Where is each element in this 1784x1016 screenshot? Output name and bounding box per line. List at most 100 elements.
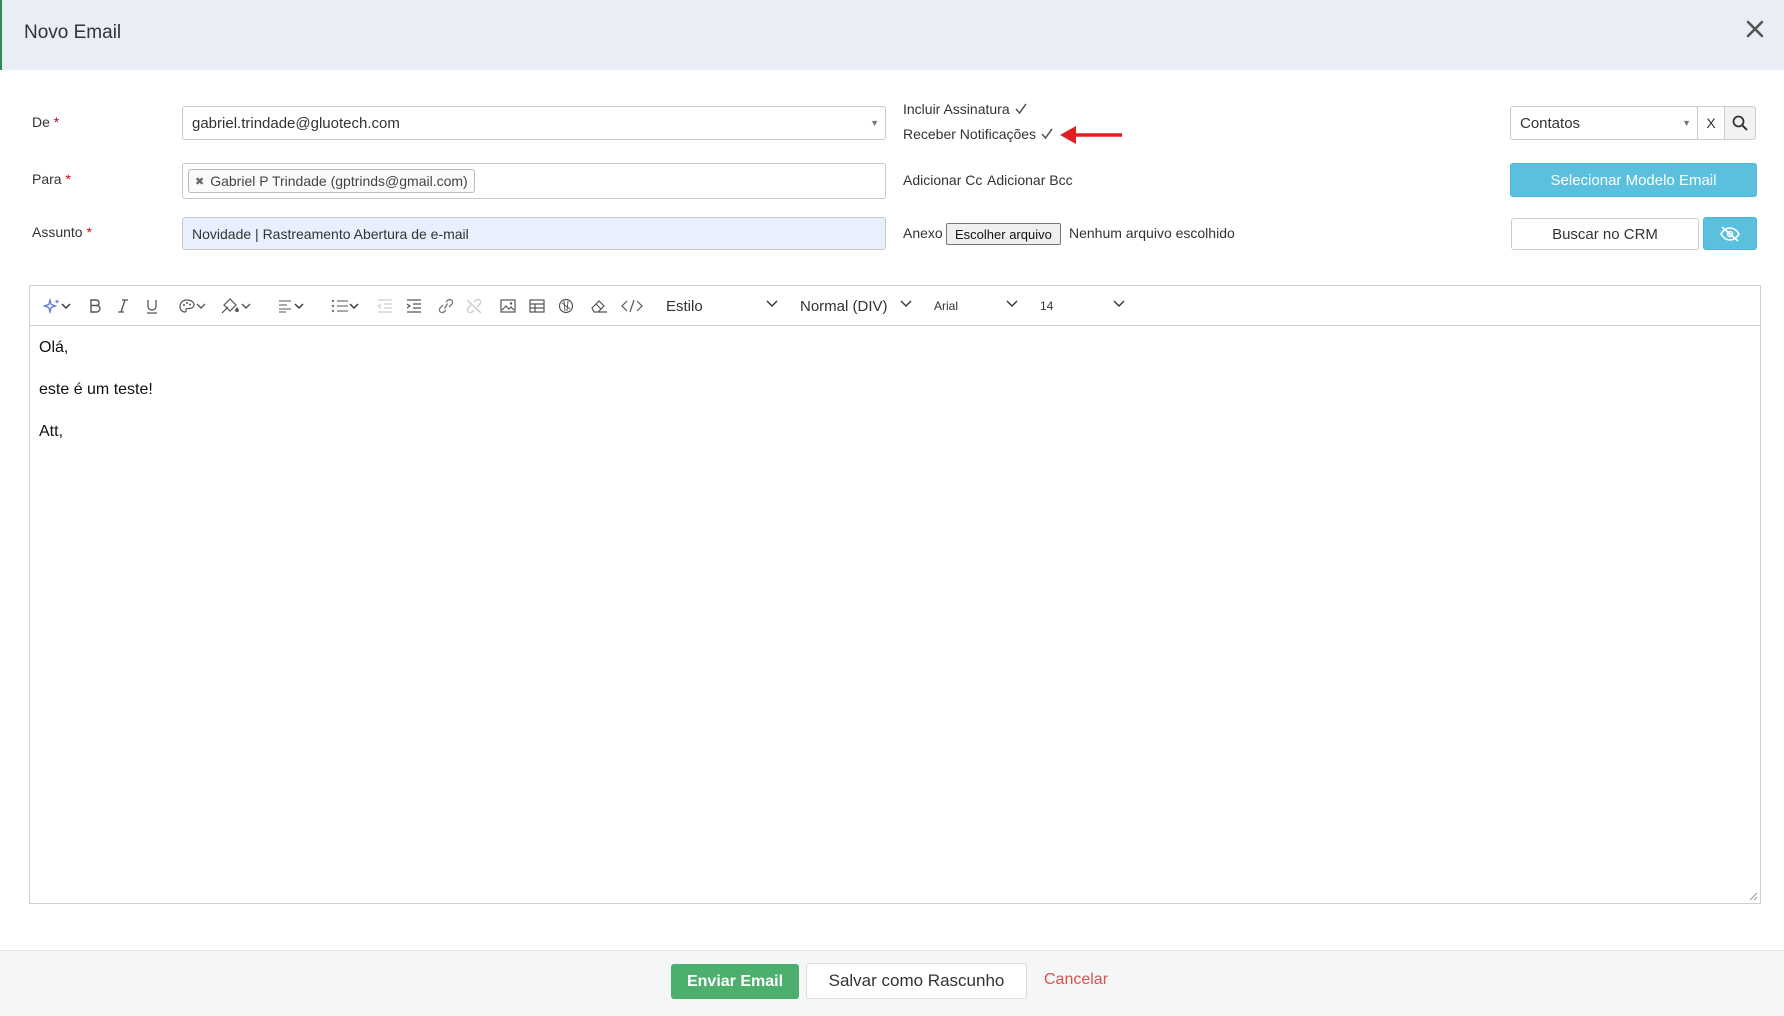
- format-select[interactable]: Normal (DIV): [800, 296, 888, 316]
- chevron-down-icon[interactable]: [900, 300, 912, 308]
- outdent-button[interactable]: [377, 296, 393, 316]
- search-crm-button[interactable]: Buscar no CRM: [1511, 218, 1699, 250]
- modal-title: Novo Email: [24, 22, 122, 43]
- subject-label-text: Assunto: [32, 224, 83, 240]
- toggle-visibility-button[interactable]: [1703, 217, 1757, 250]
- select-template-button[interactable]: Selecionar Modelo Email: [1510, 163, 1757, 197]
- bold-button[interactable]: [88, 296, 102, 316]
- send-email-button[interactable]: Enviar Email: [671, 964, 799, 999]
- include-signature-label: Incluir Assinatura: [903, 101, 1010, 117]
- outdent-icon: [377, 299, 392, 313]
- link-button[interactable]: [437, 296, 455, 316]
- chevron-down-icon[interactable]: [1006, 300, 1018, 308]
- receive-notifications-option[interactable]: Receber Notificações: [903, 126, 1054, 142]
- font-size-select-value: 14: [1040, 299, 1054, 313]
- remove-chip-icon[interactable]: ✖: [195, 175, 204, 188]
- subject-label: Assunto *: [32, 224, 92, 240]
- style-select-value: Estilo: [666, 297, 703, 315]
- unlink-icon: [466, 298, 482, 314]
- emoji-icon: [558, 298, 574, 314]
- editor-content[interactable]: Olá, este é um teste! Att,: [39, 338, 153, 464]
- clear-format-button[interactable]: [591, 296, 609, 316]
- font-select[interactable]: Arial: [934, 296, 958, 316]
- source-code-button[interactable]: [621, 296, 643, 316]
- indent-button[interactable]: [406, 296, 422, 316]
- image-icon: [500, 299, 516, 313]
- search-icon: [1732, 115, 1748, 131]
- check-icon[interactable]: [1040, 127, 1054, 141]
- insert-table-button[interactable]: [529, 296, 545, 316]
- choose-file-button[interactable]: Escolher arquivo: [946, 223, 1061, 245]
- include-signature-option[interactable]: Incluir Assinatura: [903, 101, 1028, 117]
- required-mark: *: [53, 114, 60, 130]
- underline-icon: [147, 300, 157, 314]
- italic-button[interactable]: [116, 296, 130, 316]
- text-color-button[interactable]: [178, 296, 206, 316]
- align-left-icon: [279, 300, 291, 313]
- recipient-chip[interactable]: ✖ Gabriel P Trindade (gptrinds@gmail.com…: [188, 169, 475, 193]
- background-color-button[interactable]: [221, 296, 251, 316]
- subject-input[interactable]: Novidade | Rastreamento Abertura de e-ma…: [182, 217, 886, 250]
- to-field[interactable]: ✖ Gabriel P Trindade (gptrinds@gmail.com…: [182, 163, 886, 199]
- add-bcc-link[interactable]: Adicionar Bcc: [987, 172, 1073, 188]
- format-select-value: Normal (DIV): [800, 297, 888, 315]
- font-select-value: Arial: [934, 299, 959, 313]
- check-icon[interactable]: [1014, 102, 1028, 116]
- close-icon[interactable]: [1742, 16, 1768, 42]
- chevron-down-icon: [241, 303, 251, 309]
- palette-icon: [179, 299, 195, 313]
- resize-handle-icon[interactable]: [1748, 891, 1758, 901]
- modal-header: Novo Email: [0, 0, 1784, 70]
- list-button[interactable]: [331, 296, 359, 316]
- sparkles-icon: [43, 298, 60, 314]
- clear-contacts-button[interactable]: X: [1697, 106, 1725, 140]
- from-select[interactable]: gabriel.trindade@gluotech.com ▼: [182, 106, 886, 140]
- paint-bucket-icon: [221, 298, 239, 314]
- body-line: Olá,: [39, 339, 69, 356]
- recipient-chip-text: Gabriel P Trindade (gptrinds@gmail.com): [210, 173, 468, 189]
- insert-image-button[interactable]: [500, 296, 516, 316]
- style-select[interactable]: Estilo: [666, 296, 703, 316]
- email-body-editor[interactable]: Estilo Normal (DIV) Arial 14 Olá, este é…: [29, 285, 1761, 904]
- eraser-icon: [591, 300, 607, 313]
- ai-tools-button[interactable]: [43, 296, 71, 316]
- to-label-text: Para: [32, 171, 62, 187]
- italic-icon: [118, 299, 128, 313]
- chevron-down-icon: [196, 303, 206, 309]
- cancel-link[interactable]: Cancelar: [1044, 971, 1108, 989]
- required-mark: *: [65, 171, 71, 187]
- emoji-button[interactable]: [558, 296, 574, 316]
- attachment-label: Anexo: [903, 225, 943, 241]
- underline-button[interactable]: [145, 296, 159, 316]
- table-icon: [529, 299, 545, 313]
- body-line: Att,: [39, 423, 64, 440]
- code-icon: [621, 299, 643, 313]
- unlink-button[interactable]: [465, 296, 483, 316]
- contacts-select-value: Contatos: [1520, 114, 1581, 132]
- no-file-text: Nenhum arquivo escolhido: [1069, 225, 1235, 241]
- new-email-modal: Novo Email De * gabriel.trindade@gluotec…: [0, 0, 1784, 1016]
- contacts-select[interactable]: Contatos ▼: [1510, 106, 1698, 140]
- to-label: Para *: [32, 171, 71, 187]
- body-line: este é um teste!: [39, 381, 153, 398]
- from-value: gabriel.trindade@gluotech.com: [192, 114, 400, 132]
- chevron-down-icon: [61, 303, 71, 309]
- link-icon: [438, 298, 454, 314]
- chevron-down-icon[interactable]: [1113, 300, 1125, 308]
- chevron-down-icon: ▼: [1682, 118, 1691, 128]
- subject-value: Novidade | Rastreamento Abertura de e-ma…: [192, 225, 469, 242]
- align-button[interactable]: [278, 296, 304, 316]
- chevron-down-icon: [349, 303, 359, 309]
- eye-slash-icon: [1720, 225, 1740, 242]
- editor-toolbar: Estilo Normal (DIV) Arial 14: [30, 286, 1760, 326]
- chevron-down-icon: ▼: [870, 118, 879, 128]
- chevron-down-icon: [294, 303, 304, 309]
- search-contacts-button[interactable]: [1724, 106, 1756, 140]
- required-mark: *: [86, 224, 92, 240]
- save-draft-button[interactable]: Salvar como Rascunho: [806, 963, 1027, 999]
- from-label: De *: [32, 114, 59, 130]
- font-size-select[interactable]: 14: [1040, 296, 1053, 316]
- add-cc-link[interactable]: Adicionar Cc: [903, 172, 982, 188]
- receive-notifications-label: Receber Notificações: [903, 126, 1037, 142]
- chevron-down-icon[interactable]: [766, 300, 778, 308]
